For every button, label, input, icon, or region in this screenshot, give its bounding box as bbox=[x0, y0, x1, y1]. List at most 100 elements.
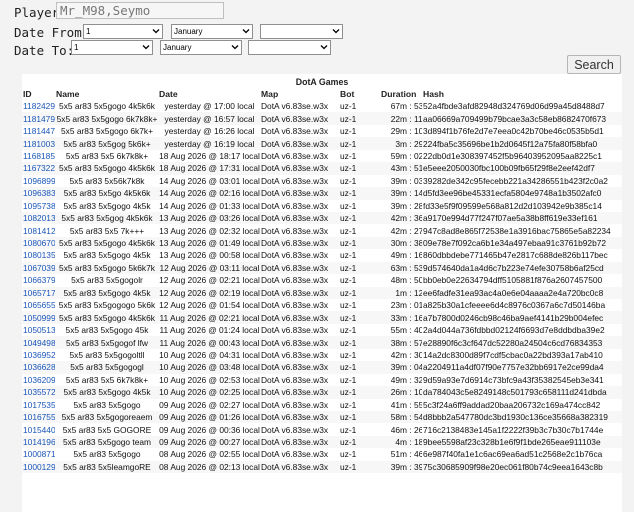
date-from-year-select[interactable] bbox=[260, 24, 343, 39]
game-id-link[interactable]: 1096899 bbox=[23, 176, 55, 186]
game-id-link[interactable]: 1049498 bbox=[23, 338, 55, 348]
game-id-link[interactable]: 1000871 bbox=[23, 449, 55, 459]
header-name[interactable]: Name bbox=[55, 88, 158, 100]
game-date-cell: 14 Aug 2026 @ 01:33 local bbox=[158, 199, 260, 212]
chevron-down-icon bbox=[231, 45, 239, 50]
game-id-link[interactable]: 1167322 bbox=[23, 163, 55, 173]
game-map-cell: DotA v6.83se.w3x bbox=[260, 410, 339, 424]
game-bot-cell: uz-1 bbox=[339, 311, 380, 324]
games-table-body: 1182429 5x5 ar83 5x5gogo 4k5k6k yesterday … bbox=[22, 100, 622, 474]
game-name-cell: 5x5 ar83 5x5gogo team bbox=[55, 435, 158, 449]
date-to-day-select[interactable]: 1 bbox=[71, 40, 153, 55]
players-input[interactable] bbox=[56, 2, 224, 19]
game-map-cell: DotA v6.83se.w3x bbox=[260, 100, 339, 113]
game-id-link[interactable]: 1036952 bbox=[23, 350, 55, 360]
duration-minutes: 29m bbox=[390, 126, 407, 137]
search-button[interactable]: Search bbox=[567, 55, 621, 74]
header-date[interactable]: Date bbox=[158, 88, 260, 100]
game-id-link[interactable]: 1081412 bbox=[23, 226, 55, 236]
game-date-cell: yesterday @ 16:57 local bbox=[158, 112, 260, 125]
duration-minutes: 38m bbox=[390, 337, 407, 348]
game-hash-cell: 2a4d044a736fdbbd02124f6693d7e8ddbdba39e2 bbox=[422, 323, 622, 337]
game-map-cell: DotA v6.83se.w3x bbox=[260, 187, 339, 200]
duration-separator: : bbox=[409, 200, 412, 211]
game-id-link[interactable]: 1095738 bbox=[23, 201, 55, 211]
duration-separator: : bbox=[409, 325, 412, 336]
game-id-link[interactable]: 1035572 bbox=[23, 387, 55, 397]
duration-minutes: 39m bbox=[390, 175, 407, 186]
game-id-link[interactable]: 1181447 bbox=[23, 126, 55, 136]
game-name-cell: 5x5 ar83 5x5gogo 4k5k6k bbox=[55, 236, 158, 250]
header-id[interactable]: ID bbox=[22, 88, 55, 100]
game-id-link[interactable]: 1014196 bbox=[23, 437, 55, 447]
game-id-cell: 1096383 bbox=[22, 187, 55, 200]
game-id-link[interactable]: 1080135 bbox=[23, 250, 55, 260]
game-id-cell: 1168185 bbox=[22, 149, 55, 163]
game-hash-cell: a7b7800d0246cb98c46ba9aef4141b29b004efec bbox=[422, 311, 622, 324]
table-row: 1017535 5x5 ar83 5x5gogo 09 Aug 2026 @ 02:… bbox=[22, 398, 622, 411]
game-id-link[interactable]: 1016755 bbox=[23, 412, 55, 422]
table-row: 1096899 5x5 ar83 5x56k7k8k 14 Aug 2026 @ 0… bbox=[22, 174, 622, 188]
duration-minutes: 59m bbox=[390, 150, 407, 161]
game-id-cell: 1015440 bbox=[22, 423, 55, 436]
date-to-year-select[interactable] bbox=[248, 40, 331, 55]
game-id-cell: 1049498 bbox=[22, 336, 55, 349]
header-duration[interactable]: Duration bbox=[380, 88, 422, 100]
game-map-cell: DotA v6.83se.w3x bbox=[260, 274, 339, 287]
game-id-cell: 1035572 bbox=[22, 386, 55, 399]
header-hash[interactable]: Hash bbox=[422, 88, 622, 100]
game-map-cell: DotA v6.83se.w3x bbox=[260, 249, 339, 262]
game-id-link[interactable]: 1017535 bbox=[23, 400, 55, 410]
game-name-cell: 5x5 ar83 5x5gogo 4k5k bbox=[55, 386, 158, 399]
duration-minutes: 67m bbox=[390, 101, 407, 112]
duration-minutes: 42m bbox=[390, 225, 407, 236]
game-id-link[interactable]: 1050513 bbox=[23, 325, 55, 335]
game-hash-cell: 6e987f40fa1e1c6ac69ea6ad51c2568e2c1b76ca bbox=[422, 448, 622, 461]
game-hash-cell: e28890f6c3cf647dc52280a24504c6cd76834353 bbox=[422, 336, 622, 349]
duration-minutes: 42m bbox=[390, 349, 407, 360]
game-id-link[interactable]: 1080670 bbox=[23, 238, 55, 248]
game-id-link[interactable]: 1036209 bbox=[23, 375, 55, 385]
game-map-cell: DotA v6.83se.w3x bbox=[260, 423, 339, 436]
duration-seconds: 16s bbox=[414, 312, 422, 323]
game-id-link[interactable]: 1065717 bbox=[23, 288, 55, 298]
game-id-link[interactable]: 1015440 bbox=[23, 425, 55, 435]
date-from-label: Date From: bbox=[14, 25, 90, 40]
duration-seconds: 53s bbox=[414, 101, 422, 112]
game-hash-cell: bb0eb0e22634794dff5105881f876a2607457500 bbox=[422, 274, 622, 287]
game-id-link[interactable]: 1000129 bbox=[23, 462, 55, 472]
game-hash-cell: aa06669a709499b79bcae3a3c58eb8682470f673 bbox=[422, 112, 622, 125]
game-date-cell: 12 Aug 2026 @ 01:54 local bbox=[158, 299, 260, 312]
game-id-link[interactable]: 1082013 bbox=[23, 213, 55, 223]
date-from-day-select[interactable]: 1 bbox=[83, 24, 163, 39]
game-id-link[interactable]: 1067039 bbox=[23, 263, 55, 273]
game-id-link[interactable]: 1066379 bbox=[23, 275, 55, 285]
game-name-cell: 5x5 ar83 5x5gogo 4k5k6k bbox=[55, 311, 158, 324]
game-id-link[interactable]: 1036628 bbox=[23, 362, 55, 372]
game-date-cell: 18 Aug 2026 @ 17:31 local bbox=[158, 162, 260, 175]
duration-separator: : bbox=[409, 238, 412, 249]
duration-separator: : bbox=[409, 250, 412, 261]
chevron-down-icon bbox=[142, 45, 150, 50]
game-id-link[interactable]: 1168185 bbox=[23, 151, 55, 161]
game-id-link[interactable]: 1182429 bbox=[23, 101, 55, 111]
game-id-link[interactable]: 1096383 bbox=[23, 188, 55, 198]
header-bot[interactable]: Bot bbox=[339, 88, 380, 100]
duration-separator: : bbox=[409, 175, 412, 186]
game-id-cell: 1182429 bbox=[22, 100, 55, 113]
game-date-cell: 09 Aug 2026 @ 01:26 local bbox=[158, 410, 260, 424]
game-id-link[interactable]: 1065655 bbox=[23, 300, 55, 310]
game-id-cell: 1081412 bbox=[22, 224, 55, 237]
game-id-link[interactable]: 1181003 bbox=[23, 139, 55, 149]
game-id-link[interactable]: 1181479 bbox=[23, 114, 55, 124]
duration-minutes: 39m bbox=[390, 461, 407, 472]
header-map[interactable]: Map bbox=[260, 88, 339, 100]
date-to-month-select[interactable]: January bbox=[160, 40, 242, 55]
table-row: 1095738 5x5 ar83 5x5gogo 4k5k 14 Aug 2026 … bbox=[22, 199, 622, 212]
game-id-cell: 1095738 bbox=[22, 199, 55, 212]
duration-separator: : bbox=[409, 101, 412, 112]
game-map-cell: DotA v6.83se.w3x bbox=[260, 124, 339, 138]
date-from-month-select[interactable]: January bbox=[171, 24, 253, 39]
game-id-link[interactable]: 1050999 bbox=[23, 313, 55, 323]
game-date-cell: 10 Aug 2026 @ 02:53 local bbox=[158, 373, 260, 387]
